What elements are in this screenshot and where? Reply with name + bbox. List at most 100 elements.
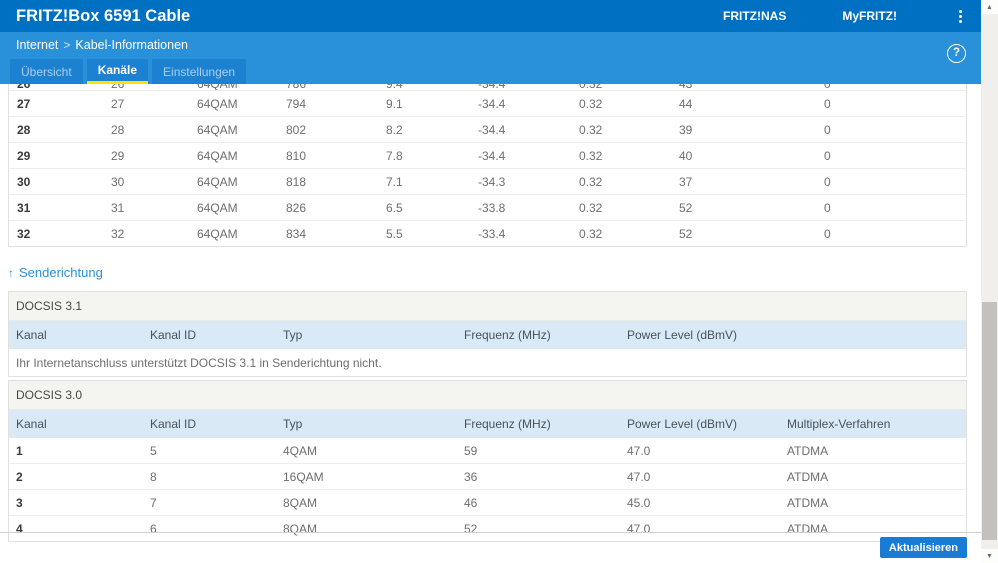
help-icon[interactable]: ? [947,43,966,63]
cell-frequenz: 826 [286,200,307,215]
scrollbar-up-arrow-icon[interactable]: ▲ [981,0,998,14]
column-header-kanal: Kanal [16,417,47,431]
cell-power: 9.1 [386,96,403,111]
cell-mse: -34.3 [478,174,506,189]
cell-kanal-id: 28 [111,122,125,137]
cell-typ: 64QAM [197,226,238,241]
cell-korrigierbar: 37 [679,174,693,189]
menu-kebab-icon[interactable] [953,7,967,25]
cell-typ: 16QAM [283,469,324,484]
downstream-row: 26 26 64QAM 786 9.4 -34.4 0.32 43 0 [9,84,966,90]
cell-latenz: 0.32 [579,96,603,111]
column-header-multiplex: Multiplex-Verfahren [787,417,891,431]
cell-korrigierbar: 44 [679,96,693,111]
app-header: FRITZ!Box 6591 Cable FRITZ!NAS MyFRITZ! [0,0,981,32]
cell-mse: -33.8 [478,200,506,215]
cell-multiplex: ATDMA [787,443,829,458]
tab-kanaele[interactable]: Kanäle [86,59,149,84]
cell-power: 8.2 [386,122,403,137]
cell-korrigierbar: 52 [679,226,693,241]
docsis30-row: 3 7 8QAM 46 45.0 ATDMA [9,490,966,516]
upstream-section-heading: ↑ Senderichtung [8,265,981,280]
cell-typ: 4QAM [283,443,318,458]
downstream-row: 28 28 64QAM 802 8.2 -34.4 0.32 39 0 [9,117,966,143]
scrollbar-down-arrow-icon[interactable]: ▼ [981,549,998,563]
cell-nicht-korrigierbar: 0 [824,84,966,90]
cell-nicht-korrigierbar: 0 [824,200,831,215]
breadcrumb-page: Kabel-Informationen [75,37,188,52]
column-header-frequenz: Frequenz (MHz) [464,328,551,342]
cell-kanal-id: 8 [150,469,157,484]
cell-kanal: 32 [17,226,31,241]
cell-multiplex: ATDMA [787,495,829,510]
cell-frequenz: 802 [286,122,307,137]
footer-divider [0,532,981,533]
main-content: 26 26 64QAM 786 9.4 -34.4 0.32 43 0 27 2… [0,84,981,542]
cell-latenz: 0.32 [579,148,603,163]
column-header-frequenz: Frequenz (MHz) [464,417,551,431]
tab-uebersicht[interactable]: Übersicht [10,59,83,84]
docsis30-title: DOCSIS 3.0 [9,381,966,410]
docsis31-unsupported-message: Ihr Internetanschluss unterstützt DOCSIS… [16,355,382,370]
breadcrumb-section[interactable]: Internet [16,38,58,52]
tab-einstellungen[interactable]: Einstellungen [152,59,247,84]
cell-power: 7.8 [386,148,403,163]
cell-mse: -34.4 [478,122,506,137]
downstream-row: 30 30 64QAM 818 7.1 -34.3 0.32 37 0 [9,169,966,195]
cell-kanal: 29 [17,148,31,163]
cell-typ: 8QAM [283,521,318,536]
refresh-button[interactable]: Aktualisieren [879,537,967,558]
cell-power: 45.0 [627,495,651,510]
cell-frequenz: 36 [464,469,478,484]
upstream-heading-label: Senderichtung [19,265,103,280]
vertical-scrollbar[interactable]: ▲ ▼ [981,0,998,563]
cell-frequenz: 46 [464,495,478,510]
column-header-kanal: Kanal [16,328,47,342]
up-arrow-icon: ↑ [8,265,14,280]
cell-nicht-korrigierbar: 0 [824,226,831,241]
downstream-channel-table: 26 26 64QAM 786 9.4 -34.4 0.32 43 0 27 2… [8,84,967,247]
cell-power: 5.5 [386,226,403,241]
cell-frequenz: 52 [464,521,478,536]
column-header-power: Power Level (dBmV) [627,417,738,431]
downstream-row: 27 27 64QAM 794 9.1 -34.4 0.32 44 0 [9,91,966,117]
downstream-row: 29 29 64QAM 810 7.8 -34.4 0.32 40 0 [9,143,966,169]
cell-frequenz: 810 [286,148,307,163]
cell-typ: 64QAM [197,96,238,111]
cell-multiplex: ATDMA [787,469,829,484]
downstream-row: 31 31 64QAM 826 6.5 -33.8 0.32 52 0 [9,195,966,221]
cell-kanal-id: 5 [150,443,157,458]
cell-latenz: 0.32 [579,200,603,215]
docsis30-table: DOCSIS 3.0 Kanal Kanal ID Typ Frequenz (… [8,380,967,542]
cell-power: 7.1 [386,174,403,189]
cell-mse: -34.4 [478,84,579,90]
docsis31-title: DOCSIS 3.1 [9,292,966,321]
column-header-typ: Typ [283,417,303,431]
fritznas-link[interactable]: FRITZ!NAS [723,9,786,23]
cell-multiplex: ATDMA [787,521,829,536]
tab-bar: Übersicht Kanäle Einstellungen [0,57,981,84]
cell-nicht-korrigierbar: 0 [824,96,831,111]
app-title: FRITZ!Box 6591 Cable [16,6,191,25]
scrollbar-thumb[interactable] [982,302,997,540]
breadcrumb-bar: Internet > Kabel-Informationen ? [0,32,981,63]
breadcrumb-separator-icon: > [63,37,71,52]
cell-kanal: 3 [16,495,23,510]
cell-mse: -34.4 [478,148,506,163]
downstream-row: 32 32 64QAM 834 5.5 -33.4 0.32 52 0 [9,221,966,246]
cell-power: 47.0 [627,469,651,484]
cell-power: 47.0 [627,443,651,458]
downstream-rows: 27 27 64QAM 794 9.1 -34.4 0.32 44 0 28 2… [9,91,966,246]
myfritz-link[interactable]: MyFRITZ! [842,9,897,23]
cell-typ: 64QAM [197,200,238,215]
cell-kanal: 26 [17,84,111,90]
column-header-typ: Typ [283,328,303,342]
cell-power: 47.0 [627,521,651,536]
top-nav: FRITZ!NAS MyFRITZ! [723,7,981,25]
cell-kanal-id: 32 [111,226,125,241]
cell-frequenz: 834 [286,226,307,241]
breadcrumb: Internet > Kabel-Informationen [0,38,188,52]
cell-kanal-id: 30 [111,174,125,189]
cell-latenz: 0.32 [579,226,603,241]
column-header-power: Power Level (dBmV) [627,328,738,342]
